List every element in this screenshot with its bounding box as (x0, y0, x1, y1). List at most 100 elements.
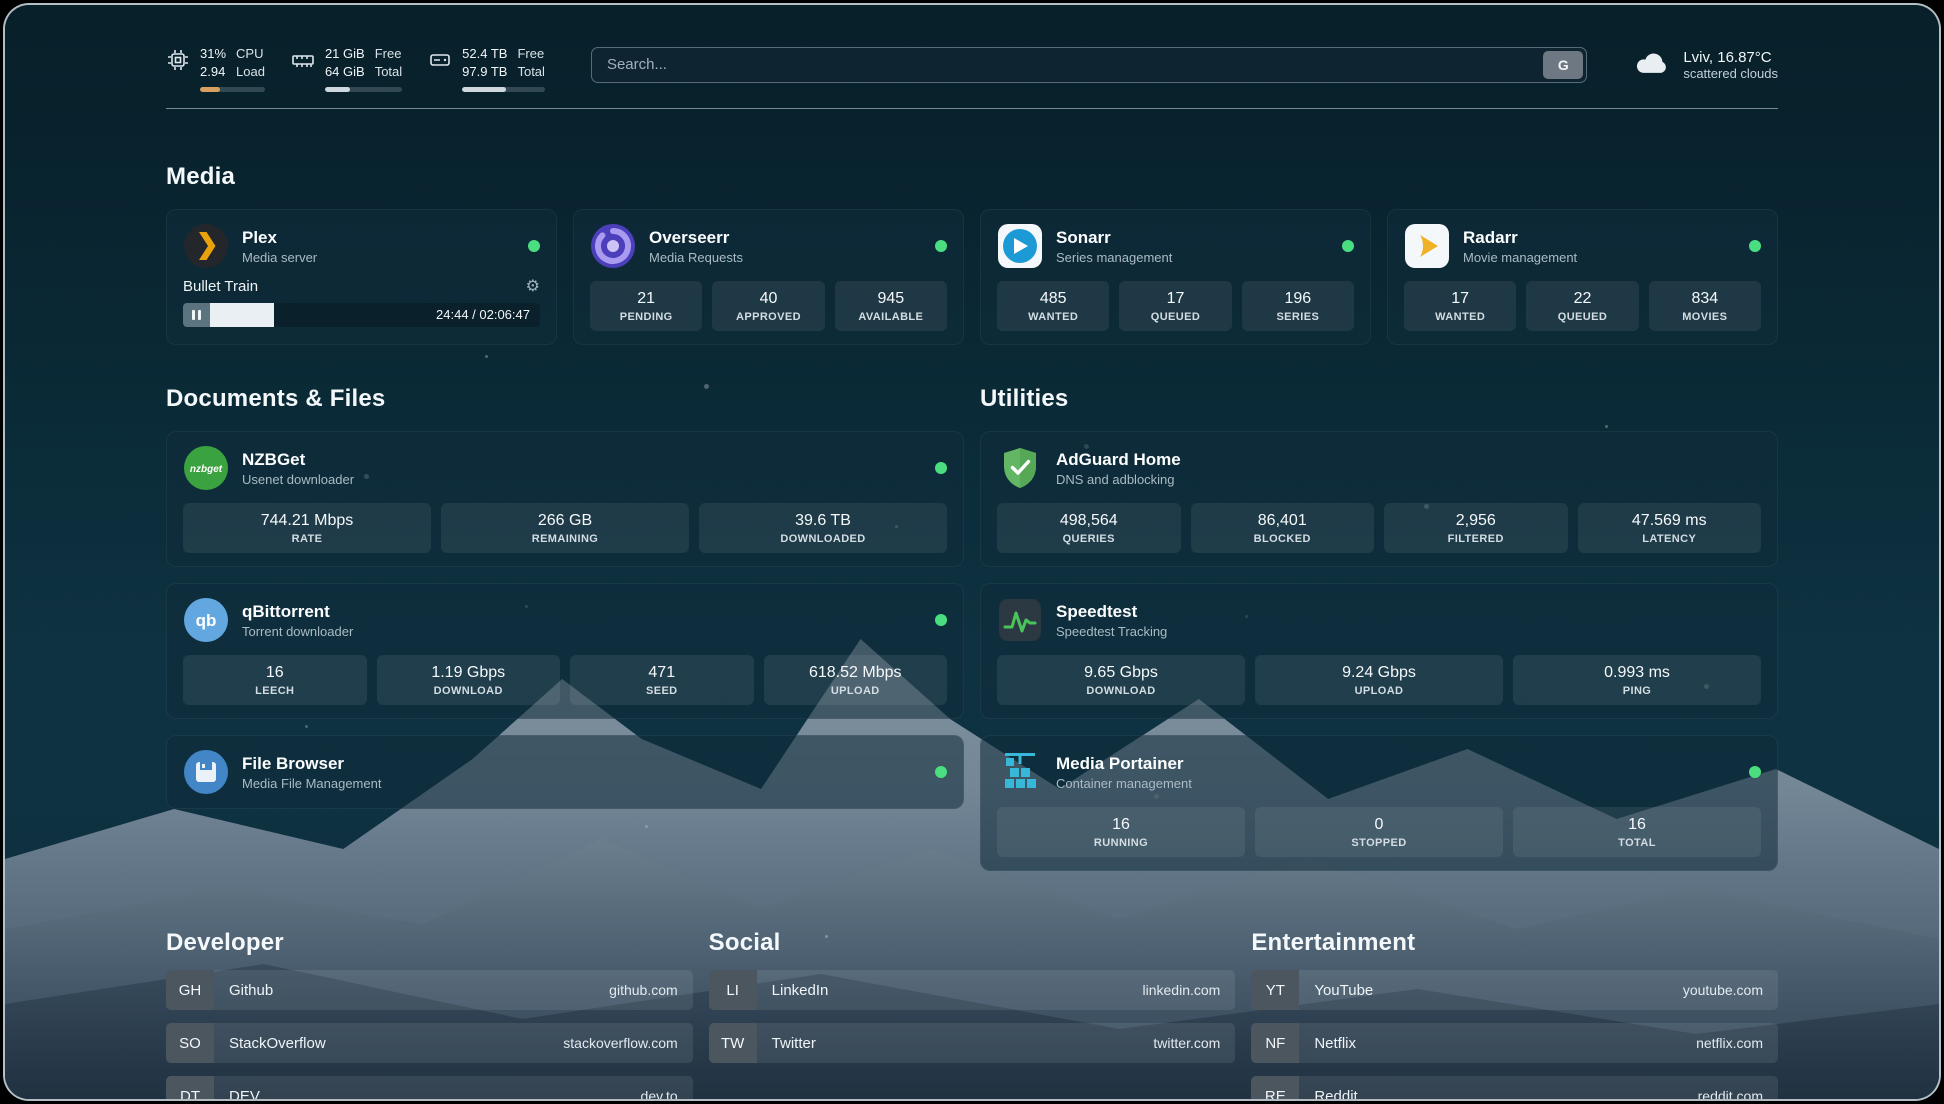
stat-series: 196SERIES (1242, 281, 1354, 331)
stat-total: 16TOTAL (1513, 807, 1761, 857)
card-speedtest[interactable]: Speedtest Speedtest Tracking 9.65 GbpsDO… (980, 583, 1778, 719)
cpu-monitor: 31% 2.94 CPU Load (166, 45, 265, 92)
bookmark-abbr: LI (709, 970, 757, 1010)
svg-text:nzbget: nzbget (190, 464, 223, 475)
stat-movies: 834MOVIES (1649, 281, 1761, 331)
disk-total: 97.9 TB (462, 63, 507, 81)
stat-latency: 47.569 msLATENCY (1578, 503, 1762, 553)
stat-queued: 17QUEUED (1119, 281, 1231, 331)
stat-upload: 9.24 GbpsUPLOAD (1255, 655, 1503, 705)
section-title-social: Social (709, 929, 1236, 957)
bookmark-url: github.com (609, 982, 677, 998)
search-bar: G (591, 47, 1587, 83)
bookmark-abbr: NF (1251, 1023, 1299, 1063)
now-playing: Bullet Train ⚙ 24:44 / 02:06:47 (183, 278, 540, 327)
cpu-label2: Load (236, 63, 265, 81)
weather-widget: Lviv, 16.87°C scattered clouds (1633, 49, 1778, 81)
disk-label2: Total (517, 63, 544, 81)
bookmark-url: youtube.com (1683, 982, 1763, 998)
status-dot (1749, 240, 1761, 252)
stat-seed: 471SEED (570, 655, 754, 705)
playback-time: 24:44 / 02:06:47 (436, 303, 530, 327)
disk-monitor: 52.4 TB 97.9 TB Free Total (428, 45, 545, 92)
weather-location: Lviv, 16.87°C (1683, 49, 1778, 66)
plex-icon (183, 223, 229, 269)
status-dot (528, 240, 540, 252)
card-plex[interactable]: Plex Media server Bullet Train ⚙ (166, 209, 557, 345)
settings-gear-icon[interactable]: ⚙ (526, 279, 540, 295)
stat-queued: 22QUEUED (1526, 281, 1638, 331)
stat-queries: 498,564QUERIES (997, 503, 1181, 553)
section-developer: Developer GH Github github.com SO StackO… (166, 929, 693, 1101)
app-name: qBittorrent (242, 601, 353, 622)
section-title-entertainment: Entertainment (1251, 929, 1778, 957)
stat-rate: 744.21 MbpsRATE (183, 503, 431, 553)
status-dot (935, 614, 947, 626)
disk-icon (428, 48, 452, 72)
stat-leech: 16LEECH (183, 655, 367, 705)
card-sonarr[interactable]: Sonarr Series management 485WANTED 17QUE… (980, 209, 1371, 345)
bookmark-reddit[interactable]: RE Reddit reddit.com (1251, 1076, 1778, 1101)
section-title-developer: Developer (166, 929, 693, 957)
bookmark-netflix[interactable]: NF Netflix netflix.com (1251, 1023, 1778, 1063)
bookmark-name: LinkedIn (772, 982, 829, 999)
status-dot (935, 462, 947, 474)
stat-filtered: 2,956FILTERED (1384, 503, 1568, 553)
app-desc: DNS and adblocking (1056, 472, 1181, 487)
topbar-divider (166, 108, 1778, 109)
radarr-icon (1404, 223, 1450, 269)
card-radarr[interactable]: Radarr Movie management 17WANTED 22QUEUE… (1387, 209, 1778, 345)
stat-wanted: 485WANTED (997, 281, 1109, 331)
stat-pending: 21PENDING (590, 281, 702, 331)
pause-button[interactable] (183, 303, 210, 327)
app-name: NZBGet (242, 449, 354, 470)
card-filebrowser[interactable]: File Browser Media File Management (166, 735, 964, 809)
search-provider-button[interactable]: G (1543, 51, 1583, 79)
cpu-label: CPU (236, 45, 265, 63)
dashboard-screen: 31% 2.94 CPU Load 21 GiB 64 GiB (3, 3, 1941, 1101)
bookmark-linkedin[interactable]: LI LinkedIn linkedin.com (709, 970, 1236, 1010)
bookmark-url: linkedin.com (1143, 982, 1221, 998)
bookmark-youtube[interactable]: YT YouTube youtube.com (1251, 970, 1778, 1010)
card-portainer[interactable]: Media Portainer Container management 16R… (980, 735, 1778, 871)
nzbget-icon: nzbget (183, 445, 229, 491)
bookmark-stackoverflow[interactable]: SO StackOverflow stackoverflow.com (166, 1023, 693, 1063)
app-name: Media Portainer (1056, 753, 1192, 774)
bookmark-name: Netflix (1314, 1035, 1356, 1052)
app-desc: Media Requests (649, 250, 743, 265)
card-overseerr[interactable]: Overseerr Media Requests 21PENDING 40APP… (573, 209, 964, 345)
bookmark-dev[interactable]: DT DEV dev.to (166, 1076, 693, 1101)
disk-free: 52.4 TB (462, 45, 507, 63)
app-desc: Torrent downloader (242, 624, 353, 639)
app-name: Sonarr (1056, 227, 1172, 248)
card-adguard[interactable]: AdGuard Home DNS and adblocking 498,564Q… (980, 431, 1778, 567)
card-qbittorrent[interactable]: qb qBittorrent Torrent downloader 16LEEC… (166, 583, 964, 719)
memory-progress-bar (325, 87, 402, 92)
stat-download: 1.19 GbpsDOWNLOAD (377, 655, 561, 705)
bookmark-url: dev.to (641, 1088, 678, 1101)
bookmark-name: Twitter (772, 1035, 816, 1052)
cpu-icon (166, 48, 190, 72)
card-nzbget[interactable]: nzbget NZBGet Usenet downloader 744.21 M… (166, 431, 964, 567)
app-name: Speedtest (1056, 601, 1167, 622)
app-name: Overseerr (649, 227, 743, 248)
app-name: Plex (242, 227, 317, 248)
now-playing-title: Bullet Train (183, 278, 258, 295)
cpu-progress-bar (200, 87, 265, 92)
app-desc: Usenet downloader (242, 472, 354, 487)
section-title-documents: Documents & Files (166, 385, 964, 413)
stat-wanted: 17WANTED (1404, 281, 1516, 331)
bookmark-twitter[interactable]: TW Twitter twitter.com (709, 1023, 1236, 1063)
stat-downloaded: 39.6 TBDOWNLOADED (699, 503, 947, 553)
playback-progress-bar[interactable]: 24:44 / 02:06:47 (210, 303, 540, 327)
portainer-icon (997, 749, 1043, 795)
bookmark-url: twitter.com (1153, 1035, 1220, 1051)
bookmark-abbr: YT (1251, 970, 1299, 1010)
search-input[interactable] (595, 56, 1543, 73)
app-name: Radarr (1463, 227, 1577, 248)
section-entertainment: Entertainment YT YouTube youtube.com NF … (1251, 929, 1778, 1101)
stat-upload: 618.52 MbpsUPLOAD (764, 655, 948, 705)
bookmark-github[interactable]: GH Github github.com (166, 970, 693, 1010)
memory-label2: Total (375, 63, 402, 81)
app-name: File Browser (242, 753, 381, 774)
